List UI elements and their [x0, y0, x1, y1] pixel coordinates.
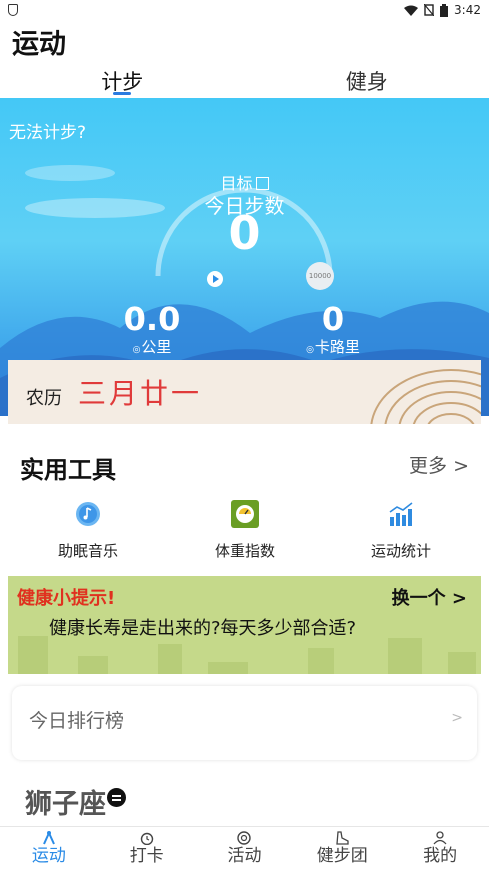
calories-dot-icon: ◎ [306, 345, 314, 355]
alarm-icon [140, 832, 153, 845]
tool-bmi[interactable]: 体重指数 [185, 500, 305, 561]
calories-value: 0 [321, 300, 345, 338]
tip-title: 健康小提示! [17, 588, 116, 609]
tool-label: 运动统计 [370, 542, 431, 560]
nav-sport[interactable]: 运动 [0, 827, 98, 869]
zodiac-title: 狮子座 [25, 789, 106, 820]
status-bar: 3:42 [0, 0, 489, 20]
no-sim-icon [424, 4, 435, 16]
status-time: 3:42 [454, 3, 481, 17]
health-tip-card[interactable]: 健康小提示! 换一个 > 健康长寿是走出来的?每天多少部合适? [8, 576, 481, 674]
battery-icon [440, 3, 449, 17]
lunar-date-banner: 农历 三月廿一 [8, 360, 481, 424]
calories-unit: 卡路里 [314, 338, 360, 356]
bottom-navigation: 运动 打卡 活动 健步团 我的 [0, 826, 489, 869]
nav-activity[interactable]: 活动 [196, 827, 294, 869]
wifi-icon [404, 5, 419, 16]
music-icon [76, 502, 100, 526]
edit-icon [255, 177, 269, 190]
sport-icon [42, 831, 55, 845]
nav-label: 活动 [227, 846, 262, 866]
tool-label: 助眠音乐 [57, 542, 118, 560]
nav-label: 运动 [31, 846, 66, 866]
tip-text: 健康长寿是走出来的?每天多少部合适? [49, 618, 357, 639]
tip-switch-button[interactable]: 换一个 > [392, 584, 467, 610]
distance-stat: 0.0 ◎公里 [112, 300, 192, 357]
scale-icon [231, 500, 259, 528]
switch-zodiac-icon[interactable] [107, 788, 126, 807]
chevron-right-icon: > [451, 710, 463, 726]
nav-label: 健步团 [316, 846, 368, 866]
shoe-icon [336, 831, 349, 845]
cannot-count-link[interactable]: 无法计步? [9, 118, 86, 143]
lunar-label: 农历 [26, 388, 62, 409]
steps-value: 0 [228, 206, 261, 260]
distance-value: 0.0 [123, 300, 181, 338]
nav-checkin[interactable]: 打卡 [98, 827, 196, 869]
daily-ranking-card[interactable]: 今日排行榜 > [12, 686, 477, 760]
distance-unit: 公里 [141, 338, 172, 356]
play-icon[interactable] [207, 271, 223, 287]
activity-icon [237, 831, 252, 845]
distance-dot-icon: ◎ [132, 345, 141, 355]
tool-label: 体重指数 [214, 542, 275, 560]
top-tabs: 计步 健身 [0, 66, 489, 98]
shield-icon [8, 4, 18, 16]
page-title: 运动 [12, 29, 66, 60]
status-icons: 3:42 [404, 3, 481, 17]
calories-stat: 0 ◎卡路里 [293, 300, 373, 357]
stats-icon [389, 502, 413, 526]
tree-rings-illustration [370, 369, 481, 424]
tools-title: 实用工具 [20, 456, 116, 484]
app-screen: 3:42 运动 计步 健身 无法计步? 目标 今日步数 0 10000 0.0 … [0, 0, 489, 869]
ranking-label: 今日排行榜 [29, 710, 125, 732]
nav-label: 打卡 [129, 846, 164, 866]
nav-label: 我的 [423, 846, 458, 866]
tab-pedometer[interactable]: 计步 [0, 66, 245, 98]
user-icon [433, 831, 447, 845]
tools-more-link[interactable]: 更多 > [409, 451, 469, 478]
utility-tools-card: 实用工具 更多 > 助眠音乐 体重指数 运动统计 [8, 440, 481, 574]
tab-fitness[interactable]: 健身 [245, 66, 489, 98]
lunar-date: 三月廿一 [78, 377, 203, 410]
nav-mine[interactable]: 我的 [391, 827, 489, 869]
tool-sleep-music[interactable]: 助眠音乐 [28, 500, 148, 561]
goal-badge: 10000 [306, 262, 334, 290]
tool-sport-stats[interactable]: 运动统计 [341, 500, 461, 561]
nav-walking-group[interactable]: 健步团 [293, 827, 391, 869]
